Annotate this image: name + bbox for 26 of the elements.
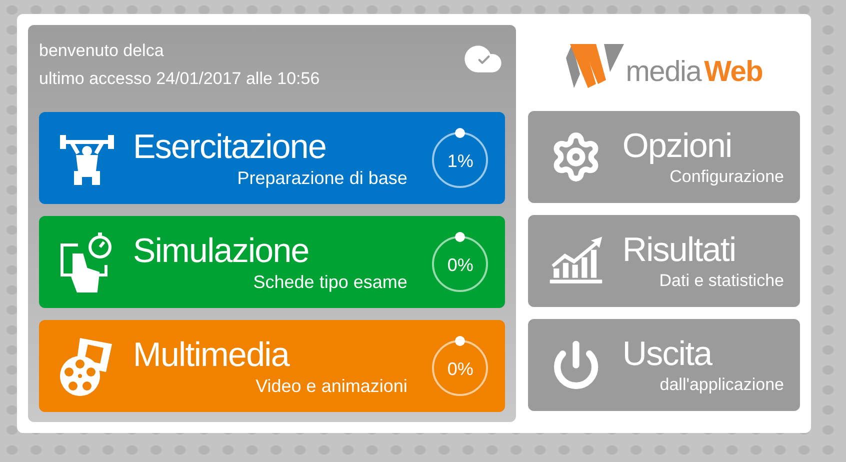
logo-text: mediaWeb [626, 56, 763, 88]
menu-title: Risultati [622, 230, 736, 270]
tile-subtitle: Schede tipo esame [253, 271, 408, 293]
menu-subtitle: dall'applicazione [660, 374, 784, 396]
greeting-text: benvenuto delca [39, 40, 165, 62]
module-tile[interactable]: Esercitazione Preparazione di base 1% [39, 112, 506, 204]
tile-title: Multimedia [133, 335, 289, 375]
tile-title: Simulazione [133, 231, 309, 271]
progress-percent: 0% [447, 358, 474, 380]
module-tile[interactable]: Multimedia Video e animazioni 0% [39, 320, 506, 412]
progress-percent: 0% [447, 254, 474, 276]
tile-subtitle: Video e animazioni [256, 375, 408, 397]
cloud-check-icon [463, 45, 504, 73]
module-tile[interactable]: Simulazione Schede tipo esame 0% [39, 216, 506, 308]
menu-subtitle: Dati e statistiche [659, 270, 784, 292]
menu-title: Opzioni [622, 126, 732, 166]
last-access-text: ultimo accesso 24/01/2017 alle 10:56 [39, 68, 320, 90]
menu-button[interactable]: Risultati Dati e statistiche [528, 215, 800, 307]
menu-button[interactable]: Uscita dall'applicazione [528, 319, 800, 411]
menu-button[interactable]: Opzioni Configurazione [528, 111, 800, 203]
menu-subtitle: Configurazione [670, 166, 784, 188]
progress-percent: 1% [447, 150, 474, 172]
tile-subtitle: Preparazione di base [237, 167, 408, 189]
menu-title: Uscita [622, 334, 712, 374]
tile-title: Esercitazione [133, 127, 326, 167]
logo-mark [566, 44, 624, 88]
